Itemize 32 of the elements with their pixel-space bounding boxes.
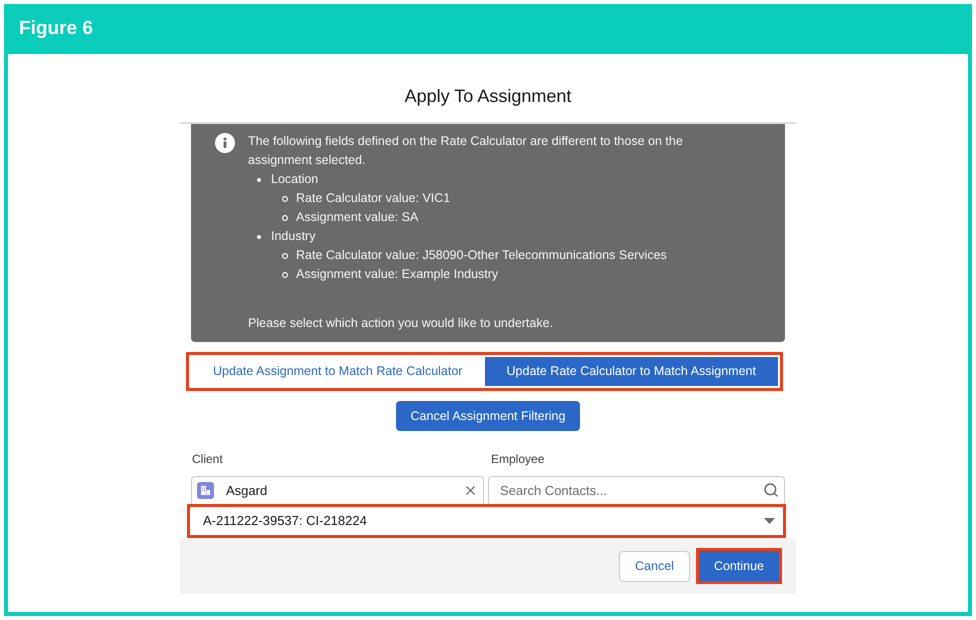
employee-label: Employee (491, 452, 544, 466)
building-icon (197, 482, 214, 499)
update-option-button[interactable]: Update Rate Calculator to Match Assignment (484, 357, 778, 386)
ring-bullet-icon (282, 196, 288, 202)
assignment-select-value: A-211222-39537: CI-218224 (203, 512, 368, 530)
ring-bullet-icon (282, 272, 288, 278)
list-item-text: Location (271, 171, 318, 188)
cancel-button[interactable]: Cancel (619, 550, 690, 582)
client-label: Client (192, 452, 223, 466)
assignment-select[interactable]: A-211222-39537: CI-218224 (187, 504, 786, 538)
dialog-title: Apply To Assignment (404, 85, 572, 108)
dropdown-caret-icon (764, 518, 775, 524)
continue-button[interactable]: Continue (696, 548, 782, 584)
list-item-text: Assignment value: SA (296, 209, 418, 226)
notice-prompt: Please select which action you would like to undertake. (248, 315, 554, 332)
list-item-text: Assignment value: Example Industry (296, 266, 498, 283)
search-icon (763, 482, 779, 498)
clear-icon[interactable] (463, 483, 478, 498)
client-field[interactable]: Asgard (191, 476, 484, 504)
bullet-icon (257, 234, 261, 238)
list-item-text: Industry (271, 228, 316, 245)
employee-search-field[interactable]: Search Contacts... (488, 476, 785, 504)
list-item-text: Rate Calculator value: J58090-Other Telecommunications Services (296, 247, 667, 264)
figure-label: Figure 6 (19, 16, 93, 41)
info-icon (215, 133, 235, 153)
ring-bullet-icon (282, 214, 288, 220)
bullet-icon (257, 178, 261, 182)
list-item-text: Rate Calculator value: VIC1 (296, 190, 450, 207)
client-value: Asgard (226, 482, 268, 500)
notice-intro: The following fields defined on the Rate Calculator are different to those on the assignment selected. (248, 133, 684, 169)
cancel-filtering-button[interactable]: Cancel Assignment Filtering (396, 401, 580, 431)
ring-bullet-icon (282, 252, 288, 258)
